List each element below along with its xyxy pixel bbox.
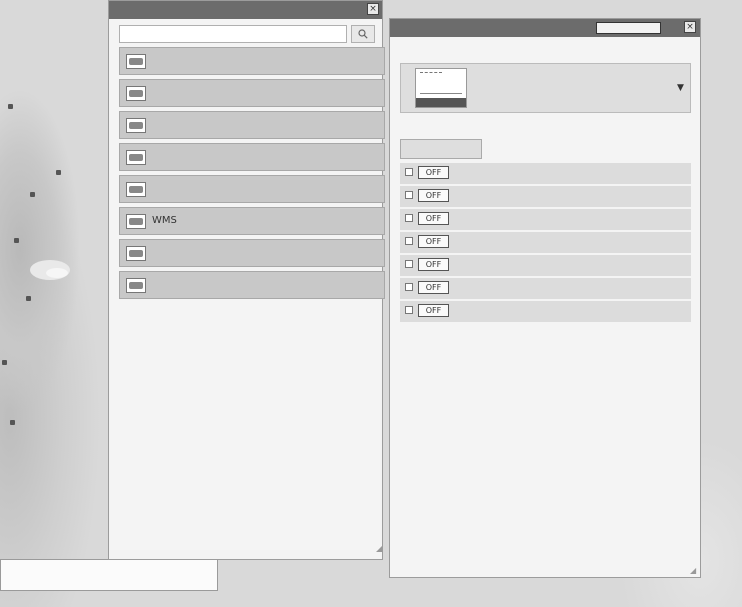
active-layer-list: OFF OFF OFF OFF OFF OFF OFF (400, 163, 691, 324)
layer-toggle[interactable]: OFF (418, 304, 449, 317)
layer-category-item[interactable] (119, 175, 385, 203)
active-layer-row[interactable]: OFF (400, 301, 691, 322)
resize-grip-icon[interactable]: ◢ (376, 545, 382, 553)
layer-category-item[interactable]: WMS (119, 207, 385, 235)
basemap-thumbnail[interactable] (415, 68, 467, 108)
map-marker-icon[interactable] (14, 238, 19, 243)
close-icon[interactable]: × (684, 21, 696, 33)
panel-title-bar[interactable]: × (109, 1, 382, 19)
active-layers-panel: × ▼ OFF OFF OFF OFF OFF OFF OFF (389, 18, 701, 578)
map-marker-icon[interactable] (10, 420, 15, 425)
map-marker-icon[interactable] (8, 104, 13, 109)
search-button[interactable] (351, 25, 375, 43)
layer-icon (126, 182, 146, 197)
layer-icon (126, 278, 146, 293)
active-layer-row[interactable]: OFF (400, 278, 691, 299)
layer-checkbox[interactable] (405, 283, 413, 291)
copyright-line (4, 560, 214, 575)
layer-catalog-panel: × WMS (108, 0, 385, 560)
active-layer-row[interactable]: OFF (400, 232, 691, 253)
map-marker-icon[interactable] (2, 360, 7, 365)
search-row (119, 25, 375, 43)
active-layer-row[interactable]: OFF (400, 186, 691, 207)
land-area (46, 268, 68, 278)
header-action-button[interactable] (596, 22, 661, 34)
layer-toggle[interactable]: OFF (418, 189, 449, 202)
layer-icon (126, 150, 146, 165)
layer-category-item[interactable] (119, 111, 385, 139)
layer-category-label: WMS (152, 215, 177, 226)
search-icon (358, 29, 368, 39)
active-layer-row[interactable]: OFF (400, 163, 691, 184)
layer-toggle[interactable]: OFF (418, 281, 449, 294)
layer-order-button[interactable] (400, 139, 482, 159)
panel-title-bar[interactable]: × (390, 19, 700, 37)
layer-checkbox[interactable] (405, 191, 413, 199)
layer-icon (126, 54, 146, 69)
chevron-down-icon[interactable]: ▼ (677, 83, 684, 93)
layer-checkbox[interactable] (405, 168, 413, 176)
layer-icon (126, 246, 146, 261)
layer-toggle[interactable]: OFF (418, 235, 449, 248)
active-list-header (400, 137, 691, 161)
layer-icon (126, 214, 146, 229)
close-icon[interactable]: × (367, 3, 379, 15)
thumbnail-line (420, 83, 462, 94)
layer-toggle[interactable]: OFF (418, 258, 449, 271)
thumbnail-band (416, 98, 466, 107)
layer-icon (126, 118, 146, 133)
layer-checkbox[interactable] (405, 306, 413, 314)
copyright-line (4, 575, 214, 590)
layer-category-list: WMS (119, 47, 385, 303)
layer-toggle[interactable]: OFF (418, 166, 449, 179)
layer-category-item[interactable] (119, 143, 385, 171)
layer-icon (126, 86, 146, 101)
layer-checkbox[interactable] (405, 237, 413, 245)
map-copyright (0, 559, 218, 591)
active-layer-row[interactable]: OFF (400, 209, 691, 230)
layer-checkbox[interactable] (405, 260, 413, 268)
basemap-selector[interactable]: ▼ (400, 63, 691, 113)
search-input[interactable] (119, 25, 347, 43)
layer-toggle[interactable]: OFF (418, 212, 449, 225)
active-layer-row[interactable]: OFF (400, 255, 691, 276)
layer-checkbox[interactable] (405, 214, 413, 222)
layer-category-item[interactable] (119, 47, 385, 75)
map-marker-icon[interactable] (30, 192, 35, 197)
layer-category-item[interactable] (119, 271, 385, 299)
resize-grip-icon[interactable]: ◢ (690, 567, 698, 575)
thumbnail-line (420, 72, 442, 79)
layer-category-item[interactable] (119, 79, 385, 107)
layer-category-item[interactable] (119, 239, 385, 267)
map-marker-icon[interactable] (26, 296, 31, 301)
map-marker-icon[interactable] (56, 170, 61, 175)
